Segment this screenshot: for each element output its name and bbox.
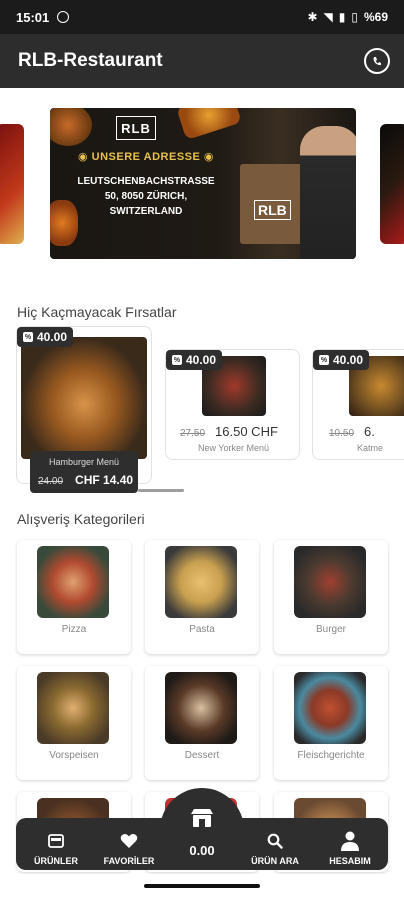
nav-cart[interactable]: 0.00 bbox=[170, 800, 234, 866]
burger-image bbox=[294, 546, 366, 618]
bluetooth-icon: ✱ bbox=[307, 10, 318, 24]
deals-section-title: Hiç Kaçmayacak Fırsatlar bbox=[17, 304, 177, 320]
shop-icon bbox=[190, 808, 214, 833]
category-pizza[interactable]: Pizza bbox=[17, 540, 131, 654]
food-image bbox=[50, 108, 92, 146]
status-bar: 15:01 ✱ ◥ ▮ ▯ %69 bbox=[0, 0, 404, 34]
deal-name: Katme bbox=[357, 443, 384, 453]
category-label: Fleischgerichte bbox=[297, 750, 365, 761]
discount-badge: % 40.00 bbox=[313, 350, 370, 370]
user-icon bbox=[341, 831, 359, 851]
deal-label-hamburger[interactable]: Hamburger Menü 24.00 CHF 14.40 bbox=[30, 451, 138, 493]
percent-icon: % bbox=[319, 355, 329, 365]
categories-section-title: Alışveriş Kategorileri bbox=[17, 511, 145, 527]
deal-card-new-yorker[interactable]: % 40.00 27.50 16.50 CHF New Yorker Menü bbox=[165, 349, 300, 460]
nav-label: FAVORİLER bbox=[103, 856, 155, 866]
search-icon bbox=[267, 831, 283, 851]
percent-icon: % bbox=[172, 355, 182, 365]
category-burger[interactable]: Burger bbox=[274, 540, 388, 654]
deal-name: New Yorker Menü bbox=[197, 443, 270, 453]
category-label: Pizza bbox=[61, 624, 87, 635]
old-price: 10.50 bbox=[329, 428, 355, 439]
deal-name: Hamburger Menü bbox=[48, 457, 120, 467]
app-bar: RLB-Restaurant bbox=[0, 34, 404, 88]
category-label: Dessert bbox=[184, 750, 220, 761]
category-pasta[interactable]: Pasta bbox=[145, 540, 259, 654]
pasta-image bbox=[165, 546, 237, 618]
old-price: 27.50 bbox=[180, 428, 206, 439]
category-vorspeisen[interactable]: Vorspeisen bbox=[17, 666, 131, 780]
nav-label: ÜRÜNLER bbox=[34, 856, 78, 866]
deal-card-katme[interactable]: % 40.00 10.50 6. Katme bbox=[312, 349, 404, 460]
nav-label: ÜRÜN ARA bbox=[251, 856, 299, 866]
new-price: 16.50 CHF bbox=[215, 424, 278, 439]
nav-search[interactable]: ÜRÜN ARA bbox=[244, 818, 306, 870]
location-pin-icon: ◉ bbox=[78, 151, 92, 163]
notification-icon bbox=[57, 11, 70, 23]
signal-icon: ▮ bbox=[338, 10, 346, 24]
app-title: RLB-Restaurant bbox=[18, 50, 163, 71]
percent-icon: % bbox=[23, 332, 33, 342]
address-banner[interactable]: RLB ◉ UNSERE ADRESSE ◉ LEUTSCHENBACHSTRA… bbox=[50, 108, 356, 259]
banner-prev-card[interactable] bbox=[0, 124, 24, 244]
appetizer-image bbox=[37, 672, 109, 744]
hamburger-image bbox=[21, 337, 147, 459]
category-dessert[interactable]: Dessert bbox=[145, 666, 259, 780]
banner-heading: ◉ UNSERE ADRESSE ◉ bbox=[78, 151, 214, 163]
new-price: CHF 14.40 bbox=[75, 473, 134, 487]
nav-label: HESABIM bbox=[329, 856, 371, 866]
staff-photo bbox=[300, 126, 356, 259]
cart-total: 0.00 bbox=[189, 843, 215, 858]
meat-dish-image bbox=[294, 672, 366, 744]
location-pin-icon: ◉ bbox=[200, 151, 214, 163]
dessert-image bbox=[165, 672, 237, 744]
pizza-image bbox=[37, 546, 109, 618]
category-fleischgerichte[interactable]: Fleischgerichte bbox=[274, 666, 388, 780]
discount-badge: % 40.00 bbox=[166, 350, 223, 370]
nav-favorites[interactable]: FAVORİLER bbox=[98, 818, 160, 870]
category-label: Burger bbox=[315, 624, 346, 635]
whatsapp-icon[interactable] bbox=[364, 48, 390, 74]
banner-address: LEUTSCHENBACHSTRASSE 50, 8050 ZÜRICH, SW… bbox=[77, 176, 215, 217]
discount-badge: % 40.00 bbox=[17, 327, 74, 347]
banner-next-card[interactable] bbox=[380, 124, 404, 244]
products-icon bbox=[48, 831, 64, 851]
wifi-icon: ◥ bbox=[323, 10, 333, 24]
nav-products[interactable]: ÜRÜNLER bbox=[26, 818, 86, 870]
gesture-bar bbox=[0, 874, 404, 900]
nav-account[interactable]: HESABIM bbox=[320, 818, 380, 870]
pizza-image bbox=[176, 108, 242, 141]
battery-icon: ▯ bbox=[351, 10, 358, 24]
brand-logo: RLB bbox=[116, 116, 156, 140]
old-price: 24.00 bbox=[38, 476, 64, 487]
new-price: 6. bbox=[364, 424, 375, 439]
heart-icon bbox=[120, 831, 138, 851]
deals-scrollbar[interactable] bbox=[138, 489, 184, 492]
category-label: Pasta bbox=[189, 624, 215, 635]
clock: 15:01 bbox=[16, 9, 50, 25]
home-indicator[interactable] bbox=[144, 884, 260, 888]
banner-carousel[interactable]: RLB ◉ UNSERE ADRESSE ◉ LEUTSCHENBACHSTRA… bbox=[0, 88, 404, 284]
battery-level: %69 bbox=[363, 10, 388, 24]
category-label: Vorspeisen bbox=[49, 750, 99, 761]
